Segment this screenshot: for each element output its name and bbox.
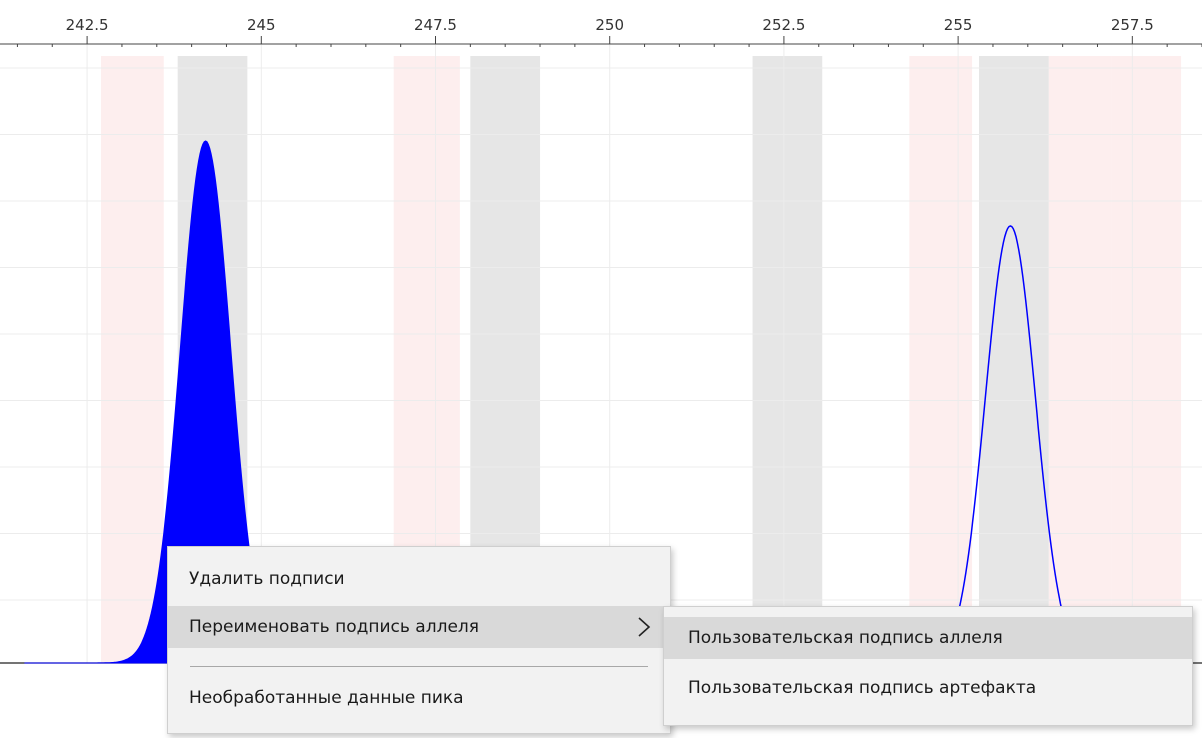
- menu-item-rename-allele-label[interactable]: Переименовать подпись аллеля: [168, 606, 670, 648]
- bin-marker-red: [1111, 56, 1182, 663]
- submenu: Пользовательская подпись аллеля Пользова…: [663, 606, 1193, 726]
- x-axis-tick-label: 255: [944, 16, 973, 34]
- bin-marker-red: [1048, 56, 1112, 663]
- context-menu: Удалить подписи Переименовать подпись ал…: [167, 546, 671, 734]
- x-axis-tick-label: 245: [247, 16, 276, 34]
- menu-item-label: Пользовательская подпись артефакта: [688, 678, 1037, 698]
- submenu-item-custom-allele-label[interactable]: Пользовательская подпись аллеля: [664, 617, 1192, 659]
- x-axis-tick-label: 247.5: [414, 16, 457, 34]
- x-axis-tick-label: 257.5: [1111, 16, 1154, 34]
- menu-item-raw-peak-data[interactable]: Необработанные данные пика: [168, 677, 670, 719]
- bin-marker-red: [101, 56, 164, 663]
- bin-marker-gray: [752, 56, 823, 663]
- menu-item-label: Переименовать подпись аллеля: [189, 617, 480, 637]
- menu-item-label: Удалить подписи: [189, 569, 345, 589]
- bin-marker-red: [909, 56, 973, 663]
- menu-item-delete-labels[interactable]: Удалить подписи: [168, 558, 670, 600]
- menu-item-label: Пользовательская подпись аллеля: [688, 628, 1003, 648]
- menu-separator: [190, 666, 648, 667]
- chevron-right-icon: [638, 617, 651, 637]
- menu-item-label: Необработанные данные пика: [189, 688, 464, 708]
- x-axis-tick-label: 242.5: [66, 16, 109, 34]
- submenu-item-custom-artifact-label[interactable]: Пользовательская подпись артефакта: [664, 667, 1192, 709]
- x-axis-tick-label: 250: [595, 16, 624, 34]
- x-axis-tick-label: 252.5: [762, 16, 805, 34]
